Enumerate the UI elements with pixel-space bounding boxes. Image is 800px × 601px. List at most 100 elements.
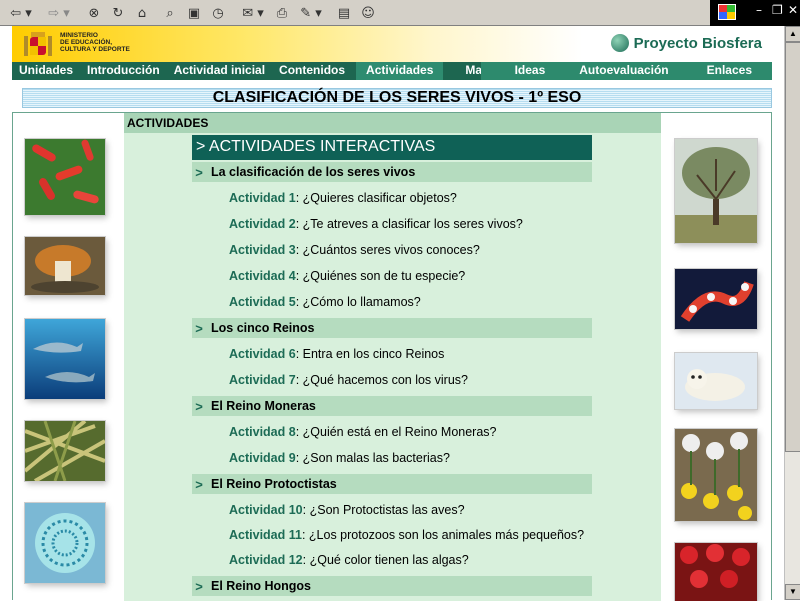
mushroom-image [25,237,105,295]
project-logo[interactable]: Proyecto Biosfera [610,34,762,52]
group-header[interactable]: > El Reino Protoctistas [192,474,592,494]
right-image-column [661,113,771,601]
activity-link[interactable]: Actividad 3 [229,243,296,257]
activity-link[interactable]: Actividad 8 [229,425,296,439]
site-header: MINISTERIO DE EDUCACIÓN, CULTURA Y DEPOR… [12,26,772,62]
nav-unidades[interactable]: Unidades [12,62,80,80]
page-title: CLASIFICACIÓN DE LOS SERES VIVOS - 1º ES… [212,89,582,106]
history-icon[interactable]: ◷ [208,3,228,23]
activity-item: Actividad 11: ¿Los protozoos son los ani… [229,528,585,542]
group-title: Los cinco Reinos [211,321,315,335]
chevron-right-icon: > [195,320,203,336]
chevron-right-icon: > [195,476,203,492]
seal-pup-image [675,353,757,409]
discuss-icon[interactable]: ▤ [334,3,354,23]
group-title: El Reino Moneras [211,399,316,413]
activity-text: ¿Son Protoctistas las aves? [309,503,465,517]
project-name: Proyecto Biosfera [633,34,762,52]
section-header: ACTIVIDADES [124,113,661,133]
activity-link[interactable]: Actividad 5 [229,295,296,309]
group-title: El Reino Hongos [211,579,311,593]
vertical-scrollbar[interactable]: ▲ ▼ [784,26,800,600]
close-icon[interactable]: ✕ [788,3,798,17]
search-icon[interactable]: ⌕ [160,3,180,23]
activity-text: ¿Los protozoos son los animales más pequ… [308,528,585,542]
activity-text: ¿Qué hacemos con los virus? [302,373,468,387]
nav-ideas[interactable]: Ideas [481,62,564,80]
restore-icon[interactable]: ❐ [772,3,783,17]
minimize-icon[interactable]: – [756,3,762,17]
activity-item: Actividad 7: ¿Qué hacemos con los virus? [229,373,468,387]
activity-item: Actividad 5: ¿Cómo lo llamamos? [229,295,421,309]
activity-text: ¿Quieres clasificar objetos? [302,191,457,205]
title-bar: CLASIFICACIÓN DE LOS SERES VIVOS - 1º ES… [22,88,772,108]
activity-link[interactable]: Actividad 7 [229,373,296,387]
activity-link[interactable]: Actividad 11 [229,528,302,542]
group-header[interactable]: > Los cinco Reinos [192,318,592,338]
activity-box-header: > ACTIVIDADES INTERACTIVAS [192,135,592,160]
scroll-down-arrow-icon[interactable]: ▼ [785,584,800,600]
activity-item: Actividad 3: ¿Cuántos seres vivos conoce… [229,243,480,257]
activity-link[interactable]: Actividad 4 [229,269,296,283]
activity-text: ¿Te atreves a clasificar los seres vivos… [302,217,523,231]
nav-actividad-inicial[interactable]: Actividad inicial [167,62,272,80]
activity-link[interactable]: Actividad 6 [229,347,296,361]
edit-icon[interactable]: ✎ ▾ [296,3,326,23]
activity-text: Entra en los cinco Reinos [302,347,445,361]
activity-link[interactable]: Actividad 10 [229,503,303,517]
stop-icon[interactable]: ⊗ [84,3,104,23]
activity-item: Actividad 1: ¿Quieres clasificar objetos… [229,191,457,205]
dandelions-image [675,429,757,521]
coat-of-arms-icon [24,32,52,56]
browser-toolbar: ⇦ ▾ ⇨ ▾ ⊗ ↻ ⌂ ⌕ ▣ ◷ ✉ ▾ ⎙ ✎ ▾ ▤ ☺ – ❐ ✕ [0,0,800,26]
activity-link[interactable]: Actividad 9 [229,451,296,465]
ministry-line: CULTURA Y DEPORTE [60,46,130,53]
group-title: El Reino Protoctistas [211,477,337,491]
activity-text: ¿Cómo lo llamamos? [302,295,421,309]
group-header[interactable]: > El Reino Hongos [192,576,592,596]
group-header[interactable]: > El Reino Moneras [192,396,592,416]
print-icon[interactable]: ⎙ [272,3,292,23]
globe-icon [610,34,629,52]
nav-enlaces[interactable]: Enlaces [685,62,772,80]
home-icon[interactable]: ⌂ [132,3,152,23]
favorites-icon[interactable]: ▣ [184,3,204,23]
ministry-text: MINISTERIO DE EDUCACIÓN, CULTURA Y DEPOR… [60,32,130,53]
back-icon[interactable]: ⇦ ▾ [6,3,36,23]
coral-image [675,269,757,329]
nav-right-group: Ideas Autoevaluación Enlaces [480,62,772,80]
scroll-up-arrow-icon[interactable]: ▲ [785,26,800,42]
activity-box: > ACTIVIDADES INTERACTIVAS > La clasific… [192,135,592,596]
diatom-image [25,503,105,583]
forward-icon[interactable]: ⇨ ▾ [44,3,74,23]
nav-contenidos[interactable]: Contenidos [272,62,352,80]
activity-item: Actividad 12: ¿Qué color tienen las alga… [229,553,469,567]
refresh-icon[interactable]: ↻ [108,3,128,23]
scroll-thumb[interactable] [785,42,800,452]
ministry-line: DE EDUCACIÓN, [60,39,113,46]
center-column: ACTIVIDADES > ACTIVIDADES INTERACTIVAS >… [124,113,661,601]
tree-image [675,139,757,243]
activity-text: ¿Quiénes son de tu especie? [302,269,466,283]
activity-text: ¿Qué color tienen las algas? [309,553,469,567]
activity-link[interactable]: Actividad 2 [229,217,296,231]
activity-link[interactable]: Actividad 1 [229,191,296,205]
activity-item: Actividad 2: ¿Te atreves a clasificar lo… [229,217,523,231]
ministry-line: MINISTERIO [60,32,98,39]
window-controls: – ❐ ✕ [710,0,800,26]
mail-icon[interactable]: ✉ ▾ [238,3,268,23]
roses-image [675,543,757,601]
activity-link[interactable]: Actividad 12 [229,553,303,567]
messenger-icon[interactable]: ☺ [358,3,378,23]
activity-item: Actividad 9: ¿Son malas las bacterias? [229,451,450,465]
activity-item: Actividad 6: Entra en los cinco Reinos [229,347,445,361]
bacteria-image [25,139,105,215]
group-header[interactable]: > La clasificación de los seres vivos [192,162,592,182]
content-frame: ACTIVIDADES > ACTIVIDADES INTERACTIVAS >… [12,112,772,601]
windows-logo-icon [718,4,736,20]
nav-autoevaluacion[interactable]: Autoevaluación [563,62,684,80]
nav-actividades[interactable]: Actividades [356,62,444,80]
activity-item: Actividad 10: ¿Son Protoctistas las aves… [229,503,465,517]
nav-introduccion[interactable]: Introducción [80,62,167,80]
chevron-right-icon: > [195,164,203,180]
